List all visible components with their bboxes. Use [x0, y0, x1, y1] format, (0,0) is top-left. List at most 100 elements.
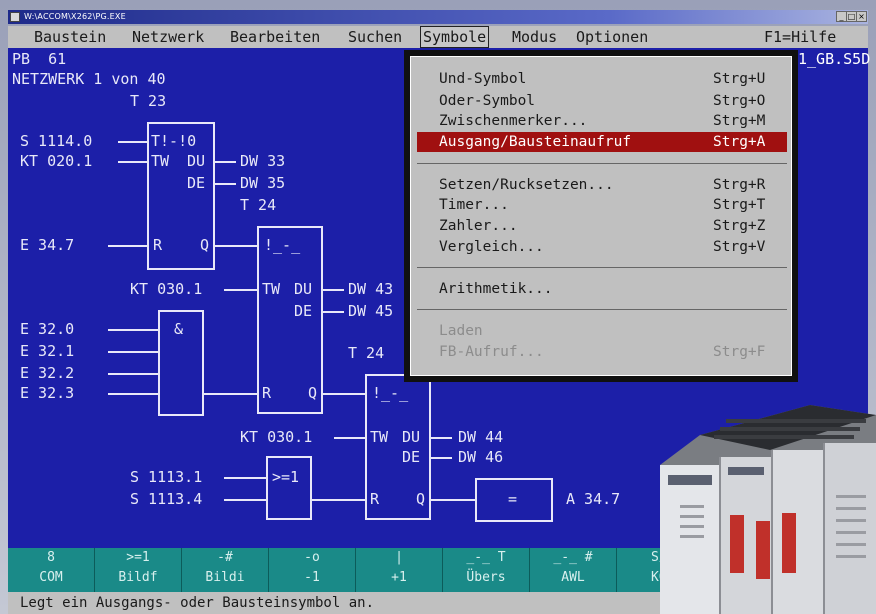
menu-separator	[417, 163, 787, 164]
wire	[224, 499, 266, 501]
or-symbol: >=1	[272, 468, 300, 486]
assign-symbol: =	[508, 490, 518, 508]
app-icon	[10, 12, 20, 22]
wire	[214, 245, 258, 247]
timer-label: T 23	[130, 92, 167, 110]
wire	[118, 141, 148, 143]
wire	[108, 329, 158, 331]
timer-type: !_-_	[264, 236, 301, 254]
pin-label: DE	[187, 174, 206, 192]
pin-label: DE	[402, 448, 421, 466]
input-label: E 34.7	[20, 236, 75, 254]
input-label: S 1113.1	[130, 468, 203, 486]
wire	[214, 161, 236, 163]
output-label: DW 46	[458, 448, 504, 466]
app-window: W:\ACCOM\X262\PG.EXE _ □ × Baustein Netz…	[0, 0, 876, 614]
wire	[214, 183, 236, 185]
title-bar: W:\ACCOM\X262\PG.EXE _ □ ×	[8, 10, 868, 24]
pin-label: Q	[200, 236, 210, 254]
fkey-4[interactable]: -o -1	[269, 548, 356, 592]
menu-item-und-symbol[interactable]: Und-Symbol Strg+U	[417, 69, 787, 89]
wire	[311, 499, 366, 501]
wire	[322, 311, 344, 313]
output-label: DW 43	[348, 280, 394, 298]
wire	[224, 477, 266, 479]
pin-label: DE	[294, 302, 313, 320]
wire	[118, 161, 148, 163]
wire	[322, 289, 344, 291]
symbole-dropdown: Und-Symbol Strg+U Oder-Symbol Strg+O Zwisc…	[404, 50, 798, 382]
output-label: DW 45	[348, 302, 394, 320]
pin-label: TW	[151, 152, 170, 170]
output-label: DW 33	[240, 152, 286, 170]
output-label: A 34.7	[566, 490, 621, 508]
fkey-7[interactable]: _-_ # AWL	[530, 548, 617, 592]
pin-label: R	[262, 384, 272, 402]
fkey-2[interactable]: >=1 Bildf	[95, 548, 182, 592]
wire	[108, 245, 148, 247]
wire	[224, 289, 258, 291]
dropdown-panel: Und-Symbol Strg+U Oder-Symbol Strg+O Zwisc…	[410, 56, 792, 376]
menu-symbole[interactable]: Symbole	[420, 26, 490, 48]
pin-label: Q	[416, 490, 426, 508]
fkey-1[interactable]: 8 COM	[8, 548, 95, 592]
wire	[108, 393, 158, 395]
input-label: S 1113.4	[130, 490, 203, 508]
menu-item-laden: Laden	[439, 323, 483, 339]
wire	[108, 373, 158, 375]
fkey-5[interactable]: | +1	[356, 548, 443, 592]
wire	[430, 437, 452, 439]
menu-item-timer[interactable]: Timer... Strg+T	[417, 195, 787, 215]
menu-item-zahler[interactable]: Zahler... Strg+Z	[417, 216, 787, 236]
menu-item-oder-symbol[interactable]: Oder-Symbol Strg+O	[417, 91, 787, 111]
fkey-6[interactable]: _-_ T Übers	[443, 548, 530, 592]
menu-item-ausgang[interactable]: Ausgang/Bausteinaufruf Strg+A	[417, 132, 787, 152]
timer-type: !_-_	[372, 384, 409, 402]
menu-item-zwischenmerker[interactable]: Zwischenmerker... Strg+M	[417, 111, 787, 131]
pin-label: DU	[294, 280, 313, 298]
menu-optionen[interactable]: Optionen	[576, 26, 648, 48]
pin-label: TW	[262, 280, 281, 298]
menu-help[interactable]: F1=Hilfe	[764, 26, 836, 48]
pin-label: R	[153, 236, 163, 254]
menu-modus[interactable]: Modus	[512, 26, 557, 48]
output-label: DW 44	[458, 428, 504, 446]
block-id: PB 61	[12, 50, 67, 68]
network-counter: NETZWERK 1 von 40	[12, 70, 166, 88]
wire	[322, 393, 366, 395]
window-title: W:\ACCOM\X262\PG.EXE	[24, 12, 126, 21]
pin-label: R	[370, 490, 380, 508]
input-label: E 32.3	[20, 384, 75, 402]
and-symbol: &	[174, 320, 184, 338]
input-label: KT 030.1	[130, 280, 203, 298]
wire	[430, 499, 476, 501]
menu-item-vergleich[interactable]: Vergleich... Strg+V	[417, 237, 787, 257]
input-label: E 32.0	[20, 320, 75, 338]
menu-suchen[interactable]: Suchen	[348, 26, 402, 48]
menu-bearbeiten[interactable]: Bearbeiten	[230, 26, 320, 48]
output-label: DW 35	[240, 174, 286, 192]
input-label: E 32.1	[20, 342, 75, 360]
status-message: Legt ein Ausgangs- oder Bausteinsymbol a…	[20, 595, 375, 611]
close-button[interactable]: ×	[856, 11, 867, 22]
menu-item-arithmetik[interactable]: Arithmetik...	[417, 279, 787, 299]
timer-type: T!-!0	[151, 132, 197, 150]
menu-separator	[417, 267, 787, 268]
pin-label: Q	[308, 384, 318, 402]
wire	[430, 457, 452, 459]
input-label: KT 020.1	[20, 152, 93, 170]
timer-label: T 24	[240, 196, 277, 214]
menu-netzwerk[interactable]: Netzwerk	[132, 26, 204, 48]
input-label: S 1114.0	[20, 132, 93, 150]
pin-label: DU	[187, 152, 206, 170]
menu-item-fb-aufruf: FB-Aufruf... Strg+F	[439, 344, 766, 360]
fkey-3[interactable]: -# Bildi	[182, 548, 269, 592]
input-label: KT 030.1	[240, 428, 313, 446]
menu-item-setzen[interactable]: Setzen/Rucksetzen... Strg+R	[417, 175, 787, 195]
timer-label: T 24	[348, 344, 385, 362]
plc-hardware-image	[660, 405, 876, 614]
or-block[interactable]	[266, 456, 312, 520]
menu-baustein[interactable]: Baustein	[34, 26, 106, 48]
wire	[334, 437, 366, 439]
wire	[108, 351, 158, 353]
